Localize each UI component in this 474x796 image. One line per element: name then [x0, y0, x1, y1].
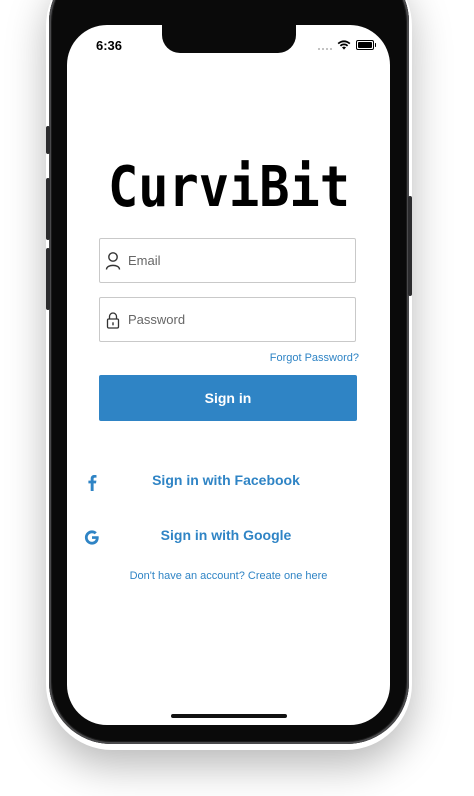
password-input[interactable] — [128, 298, 349, 341]
signal-dots-icon — [318, 40, 332, 50]
page: 6:36 CurviBit Email Forgot Password? Sig… — [0, 0, 474, 796]
email-input[interactable] — [128, 239, 349, 282]
battery-icon — [356, 40, 376, 50]
mute-switch — [46, 126, 50, 154]
user-icon — [105, 252, 121, 270]
google-signin-label: Sign in with Google — [160, 527, 292, 543]
home-indicator[interactable] — [171, 714, 287, 718]
forgot-password-link[interactable]: Forgot Password? — [270, 352, 359, 364]
curvibit-logo: CurviBit — [108, 158, 350, 214]
sign-in-button[interactable]: Sign in — [99, 375, 357, 421]
password-field[interactable] — [99, 297, 356, 342]
screen: 6:36 CurviBit Email Forgot Password? Sig… — [67, 25, 390, 725]
logo-text: CurviBit — [108, 158, 350, 214]
lock-icon — [106, 312, 120, 329]
email-field[interactable] — [99, 238, 356, 283]
status-time: 6:36 — [96, 38, 123, 53]
google-signin-button[interactable]: Sign in with Google — [81, 522, 371, 552]
status-icons — [318, 40, 376, 50]
wifi-icon — [337, 40, 351, 50]
facebook-signin-label: Sign in with Facebook — [152, 472, 300, 488]
facebook-signin-button[interactable]: Sign in with Facebook — [81, 467, 371, 497]
power-button — [408, 196, 412, 296]
notch — [162, 25, 296, 53]
create-account-link[interactable]: Don't have an account? Create one here — [67, 570, 390, 582]
volume-down-button — [46, 248, 50, 310]
volume-up-button — [46, 178, 50, 240]
